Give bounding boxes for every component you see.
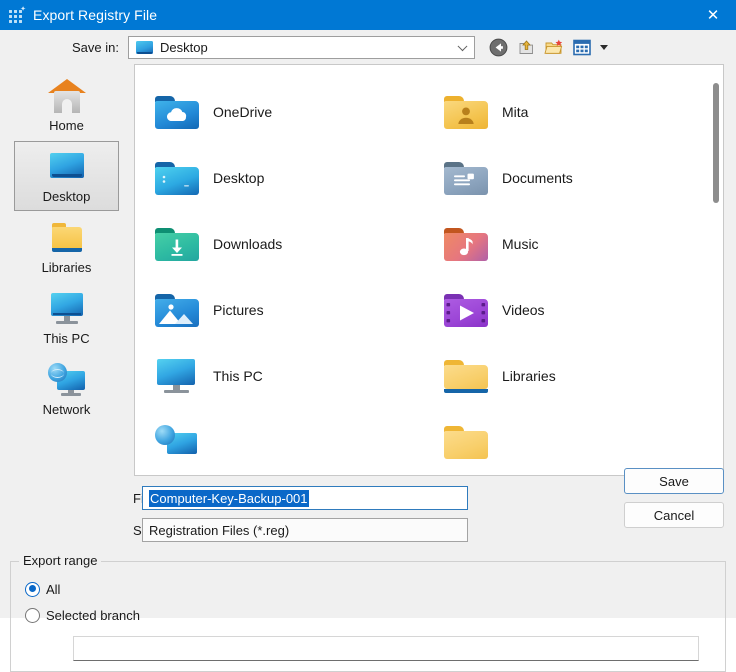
export-registry-dialog: ✦ Export Registry File ✕ Save in: Deskto… xyxy=(0,0,736,672)
desktop-monitor-icon xyxy=(136,40,153,54)
desktop-icon xyxy=(46,148,88,186)
place-label: Desktop xyxy=(42,189,91,204)
libraries-folder-icon xyxy=(444,357,488,395)
documents-folder-icon xyxy=(444,159,488,197)
file-name-row: File name: Computer-Key-Backup-001 Save … xyxy=(0,468,736,528)
home-icon xyxy=(46,77,88,115)
place-label: This PC xyxy=(43,331,90,346)
file-name: Pictures xyxy=(213,302,264,318)
save-in-label: Save in: xyxy=(72,39,119,55)
radio-all-label: All xyxy=(46,581,61,597)
file-list-scrollbar[interactable] xyxy=(709,65,723,475)
save-as-type-value: Registration Files (*.reg) xyxy=(149,522,290,538)
file-name: Videos xyxy=(502,302,545,318)
back-icon xyxy=(489,38,508,57)
save-in-value: Desktop xyxy=(160,39,208,55)
file-name-label: File name: xyxy=(0,491,194,506)
list-item[interactable]: Music xyxy=(434,211,723,277)
dialog-buttons: Save Cancel xyxy=(624,468,724,528)
views-dropdown-caret-icon[interactable] xyxy=(600,44,608,50)
place-label: Home xyxy=(49,118,84,133)
save-in-row: Save in: Desktop xyxy=(0,30,736,64)
list-item[interactable]: Desktop xyxy=(145,145,434,211)
list-item[interactable]: Downloads xyxy=(145,211,434,277)
cancel-button[interactable]: Cancel xyxy=(624,502,724,528)
file-name: Downloads xyxy=(213,236,283,252)
export-range-option-all[interactable]: All xyxy=(11,576,725,602)
close-button[interactable]: ✕ xyxy=(690,0,736,30)
place-network[interactable]: Network xyxy=(14,354,119,424)
file-name-input[interactable]: Computer-Key-Backup-001 xyxy=(142,486,468,510)
file-name: Documents xyxy=(502,170,573,186)
save-as-type-label: Save as type: xyxy=(0,523,212,538)
place-this-pc[interactable]: This PC xyxy=(14,283,119,353)
list-item[interactable] xyxy=(434,409,723,475)
network-icon xyxy=(155,423,199,461)
selected-branch-input[interactable] xyxy=(73,636,699,661)
new-folder-icon xyxy=(544,38,564,57)
music-folder-icon xyxy=(444,225,488,263)
up-one-level-button[interactable] xyxy=(515,36,537,58)
list-item[interactable]: Mita xyxy=(434,79,723,145)
save-as-type-combobox[interactable]: Registration Files (*.reg) xyxy=(142,518,468,542)
back-button[interactable] xyxy=(487,36,509,58)
list-item[interactable]: Videos xyxy=(434,277,723,343)
file-name: Mita xyxy=(502,104,529,120)
list-item[interactable]: This PC xyxy=(145,343,434,409)
save-in-combobox[interactable]: Desktop xyxy=(128,35,475,59)
title-bar: ✦ Export Registry File ✕ xyxy=(0,0,736,30)
file-name: OneDrive xyxy=(213,104,273,120)
scrollbar-thumb[interactable] xyxy=(713,83,719,203)
this-pc-icon xyxy=(46,290,88,328)
navigation-toolbar xyxy=(487,36,608,58)
user-folder-icon xyxy=(444,93,488,131)
list-item[interactable]: Pictures xyxy=(145,277,434,343)
place-libraries[interactable]: Libraries xyxy=(14,212,119,282)
folder-icon xyxy=(444,423,488,461)
desktop-folder-icon xyxy=(155,159,199,197)
views-icon xyxy=(573,39,591,56)
registry-grid-icon: ✦ xyxy=(9,6,26,24)
file-name-value: Computer-Key-Backup-001 xyxy=(149,489,309,507)
downloads-folder-icon xyxy=(155,225,199,263)
close-icon: ✕ xyxy=(706,7,720,24)
file-name: This PC xyxy=(213,368,263,384)
radio-selected-branch[interactable] xyxy=(25,607,40,623)
up-folder-icon xyxy=(517,38,536,57)
pictures-folder-icon xyxy=(155,291,199,329)
places-bar: Home Desktop Libraries This PC Network xyxy=(8,64,125,476)
views-button[interactable] xyxy=(571,36,593,58)
list-item[interactable] xyxy=(145,409,434,475)
network-icon xyxy=(46,361,88,399)
file-grid: OneDrive Mita Desktop Documents Download… xyxy=(135,65,723,475)
window-title: Export Registry File xyxy=(33,7,158,23)
libraries-folder-icon xyxy=(46,219,88,257)
file-list[interactable]: OneDrive Mita Desktop Documents Download… xyxy=(134,64,724,476)
place-home[interactable]: Home xyxy=(14,70,119,140)
browser-body: Home Desktop Libraries This PC Network O… xyxy=(0,64,736,476)
videos-folder-icon xyxy=(444,291,488,329)
place-label: Network xyxy=(42,402,91,417)
file-name: Desktop xyxy=(213,170,265,186)
list-item[interactable]: Documents xyxy=(434,145,723,211)
radio-selected-branch-label: Selected branch xyxy=(46,607,140,623)
export-range-group: Export range All Selected branch xyxy=(10,553,726,672)
file-name: Libraries xyxy=(502,368,556,384)
onedrive-folder-icon xyxy=(155,93,199,131)
place-desktop[interactable]: Desktop xyxy=(14,141,119,211)
export-range-option-selected-branch[interactable]: Selected branch xyxy=(11,602,725,628)
radio-all[interactable] xyxy=(25,581,40,597)
list-item[interactable]: OneDrive xyxy=(145,79,434,145)
new-folder-button[interactable] xyxy=(543,36,565,58)
place-label: Libraries xyxy=(41,260,92,275)
save-button[interactable]: Save xyxy=(624,468,724,494)
save-form: File name: Computer-Key-Backup-001 Save … xyxy=(0,468,736,551)
this-pc-icon xyxy=(155,357,199,395)
list-item[interactable]: Libraries xyxy=(434,343,723,409)
chevron-down-icon xyxy=(457,41,468,52)
file-name: Music xyxy=(502,236,539,252)
export-range-legend: Export range xyxy=(19,553,102,568)
